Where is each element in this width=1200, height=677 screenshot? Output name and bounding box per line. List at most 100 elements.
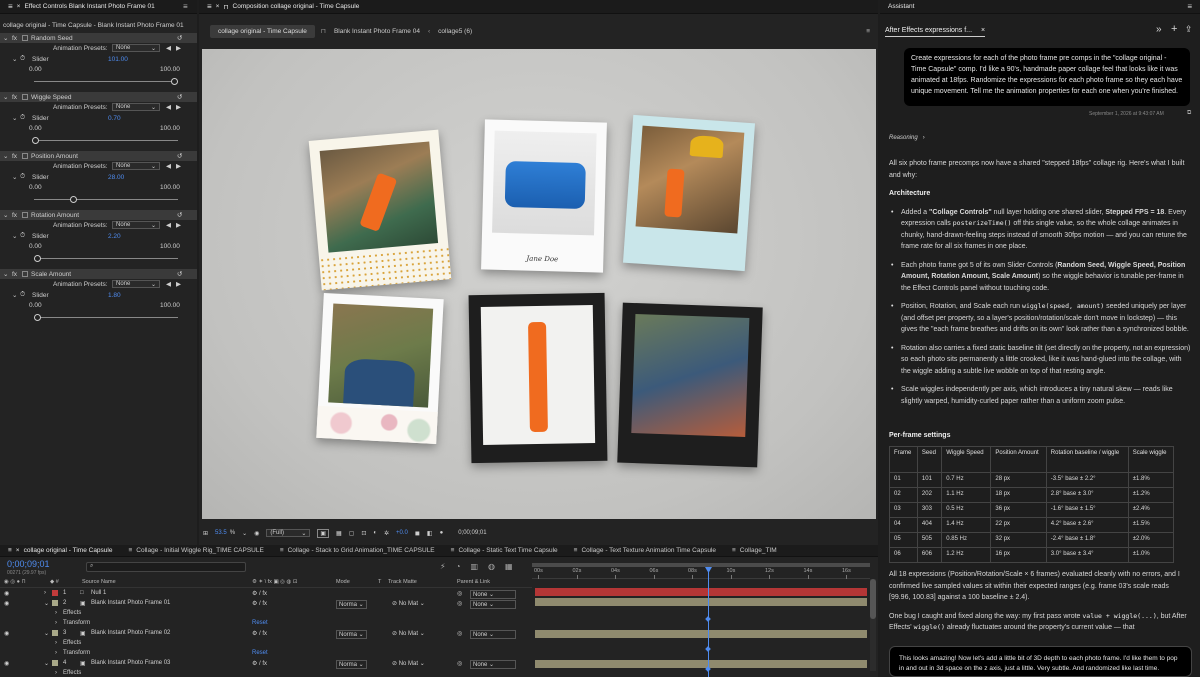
copy-icon[interactable]: ⧉ xyxy=(1187,110,1191,117)
stopwatch-icon[interactable]: ⏱ xyxy=(20,291,25,299)
chevron-down-icon[interactable]: ⌄ xyxy=(12,55,17,63)
work-area-bar[interactable] xyxy=(532,563,870,567)
tab-timeline-stack-to-grid[interactable]: ≡ Collage - Stack to Grid Animation_TIME … xyxy=(272,545,443,556)
tab-assistant[interactable]: Assistant xyxy=(880,0,922,13)
eye-icon[interactable]: ◉ xyxy=(4,600,9,607)
layer-switches[interactable]: ⚙ / fx xyxy=(252,660,267,667)
timeline-scrollbar[interactable] xyxy=(870,579,876,671)
menu-icon[interactable]: ≡ xyxy=(207,2,212,11)
chevron-down-icon[interactable]: ⌄ xyxy=(3,270,8,278)
subtab-collage5[interactable]: collage5 (6) xyxy=(438,28,472,35)
layer-name[interactable]: Blank Instant Photo Frame 02 xyxy=(91,630,170,636)
layer-switches[interactable]: ⚙ / fx xyxy=(252,600,267,607)
track-bar-frame03[interactable] xyxy=(535,660,867,668)
slider-knob[interactable] xyxy=(33,314,41,321)
reasoning-toggle[interactable]: Reasoning › xyxy=(889,135,925,141)
panel-menu-icon[interactable]: ≡ xyxy=(1187,2,1192,11)
scroll-thumb[interactable] xyxy=(870,579,876,619)
expand-chevron-icon[interactable]: › xyxy=(55,610,57,616)
subtab-collage-original[interactable]: collage original - Time Capsule xyxy=(210,24,315,38)
property-group-row[interactable]: › Effects xyxy=(0,639,532,649)
stopwatch-icon[interactable]: ⏱ xyxy=(20,114,25,122)
tab-close-icon[interactable]: ≡ xyxy=(732,547,736,554)
slider-value[interactable]: 1.80 xyxy=(108,292,121,299)
layer-name[interactable]: Blank Instant Photo Frame 01 xyxy=(91,600,170,606)
next-preset-icon[interactable]: ▶ xyxy=(176,103,181,111)
pickwhip-icon[interactable]: ◎ xyxy=(457,590,462,597)
property-group-row[interactable]: › Transform Reset xyxy=(0,619,532,629)
grid-icon[interactable]: ⊞ xyxy=(203,530,208,537)
slider-track[interactable] xyxy=(34,317,178,318)
slider-knob[interactable] xyxy=(34,255,42,262)
tab-close-icon[interactable]: × xyxy=(216,3,220,10)
comp-canvas[interactable]: Jane Doe xyxy=(202,49,876,519)
label-color-swatch[interactable] xyxy=(52,660,58,666)
slider-knob[interactable] xyxy=(70,196,78,203)
mode-dropdown[interactable]: Norma ⌄ xyxy=(336,660,367,669)
presets-dropdown[interactable]: None ⌄ xyxy=(112,44,160,52)
parent-dropdown[interactable]: None ⌄ xyxy=(470,660,516,669)
parent-dropdown[interactable]: None ⌄ xyxy=(470,630,516,639)
photo-frame-04[interactable] xyxy=(316,292,444,445)
show-snapshot-icon[interactable]: ◧ xyxy=(427,530,433,537)
chevron-down-icon[interactable]: ⌄ xyxy=(3,34,8,42)
property-group-row[interactable]: › Effects xyxy=(0,669,532,677)
pickwhip-icon[interactable]: ◎ xyxy=(457,600,462,607)
track-bar-null1[interactable] xyxy=(535,588,867,596)
photo-frame-06[interactable] xyxy=(617,302,763,468)
slider-track[interactable] xyxy=(34,199,178,200)
expand-chevron-icon[interactable]: › xyxy=(55,650,57,656)
next-preset-icon[interactable]: ▶ xyxy=(176,280,181,288)
reset-icon[interactable]: ↺ xyxy=(177,34,182,42)
eye-icon[interactable]: ◉ xyxy=(4,590,9,597)
col-source-name[interactable]: Source Name xyxy=(82,579,116,585)
reset-icon[interactable]: ↺ xyxy=(177,93,182,101)
photo-frame-02[interactable]: Jane Doe xyxy=(481,119,607,273)
playhead[interactable] xyxy=(705,567,712,677)
effect-header[interactable]: ⌄ fx Rotation Amount ↺ xyxy=(0,210,197,220)
effect-checkbox[interactable] xyxy=(22,271,28,277)
time-ruler[interactable]: 00s 02s 04s 06s 08s 10s 12s 14s 16s xyxy=(532,563,870,579)
col-parent[interactable]: Parent & Link xyxy=(457,579,490,585)
chevron-down-icon[interactable]: ⌄ xyxy=(12,291,17,299)
zoom-value[interactable]: 53.5% xyxy=(215,530,235,536)
comp-panel-menu-icon[interactable]: ≡ xyxy=(866,28,870,35)
transparency-icon[interactable]: ▦ xyxy=(336,530,342,537)
layer-name[interactable]: Null 1 xyxy=(91,590,106,596)
color-swatch-icon[interactable]: ● xyxy=(440,530,444,536)
presets-dropdown[interactable]: None ⌄ xyxy=(112,221,160,229)
subtab-frame-04[interactable]: Blank Instant Photo Frame 04 xyxy=(334,28,420,35)
tab-close-icon[interactable]: ≡ xyxy=(574,547,578,554)
draft-3d-icon[interactable]: ⚡ xyxy=(440,562,446,571)
eye-icon[interactable]: ◉ xyxy=(4,660,9,667)
stopwatch-icon[interactable]: ⏱ xyxy=(20,173,25,181)
stopwatch-icon[interactable]: ⏱ xyxy=(20,55,25,63)
slider-knob[interactable] xyxy=(171,78,178,85)
layer-row[interactable]: ◉ › 1 □ Null 1 ⚙ / fx ◎ None ⌄ xyxy=(0,589,532,599)
parent-dropdown[interactable]: None ⌄ xyxy=(470,590,516,599)
assistant-conversation-tab[interactable]: After Effects expressions f... × xyxy=(885,27,986,37)
chevron-down-icon[interactable]: ⌄ xyxy=(3,211,8,219)
next-preset-icon[interactable]: ▶ xyxy=(176,221,181,229)
property-group-row[interactable]: › Transform Reset xyxy=(0,649,532,659)
pickwhip-icon[interactable]: ◎ xyxy=(457,630,462,637)
tab-close-icon[interactable]: × xyxy=(17,3,21,10)
expand-chevron-icon[interactable]: ⌄ xyxy=(44,600,49,607)
layer-switches[interactable]: ⚙ / fx xyxy=(252,630,267,637)
effect-checkbox[interactable] xyxy=(22,35,28,41)
fx-toggle-icon[interactable]: fx xyxy=(12,271,17,278)
slider-value[interactable]: 28.00 xyxy=(108,174,124,181)
frame-blend-icon[interactable]: ▥ xyxy=(470,562,478,571)
tab-timeline-text-texture[interactable]: ≡ Collage - Text Texture Animation Time C… xyxy=(566,545,724,556)
reset-icon[interactable]: ↺ xyxy=(177,152,182,160)
mode-dropdown[interactable]: Norma ⌄ xyxy=(336,630,367,639)
tab-timeline-initial-wiggle[interactable]: ≡ Collage - Initial Wiggle Rig_TIME CAPSU… xyxy=(120,545,271,556)
track-matte-dropdown[interactable]: ⊘ No Mat ⌄ xyxy=(392,600,425,607)
comp-timecode[interactable]: 0;00;09;01 xyxy=(458,530,486,536)
col-mode[interactable]: Mode xyxy=(336,579,350,585)
photo-frame-05[interactable] xyxy=(468,292,608,464)
reset-link[interactable]: Reset xyxy=(252,620,268,626)
label-color-swatch[interactable] xyxy=(52,630,58,636)
prev-preset-icon[interactable]: ◀ xyxy=(166,103,171,111)
slider-value[interactable]: 101.00 xyxy=(108,56,128,63)
